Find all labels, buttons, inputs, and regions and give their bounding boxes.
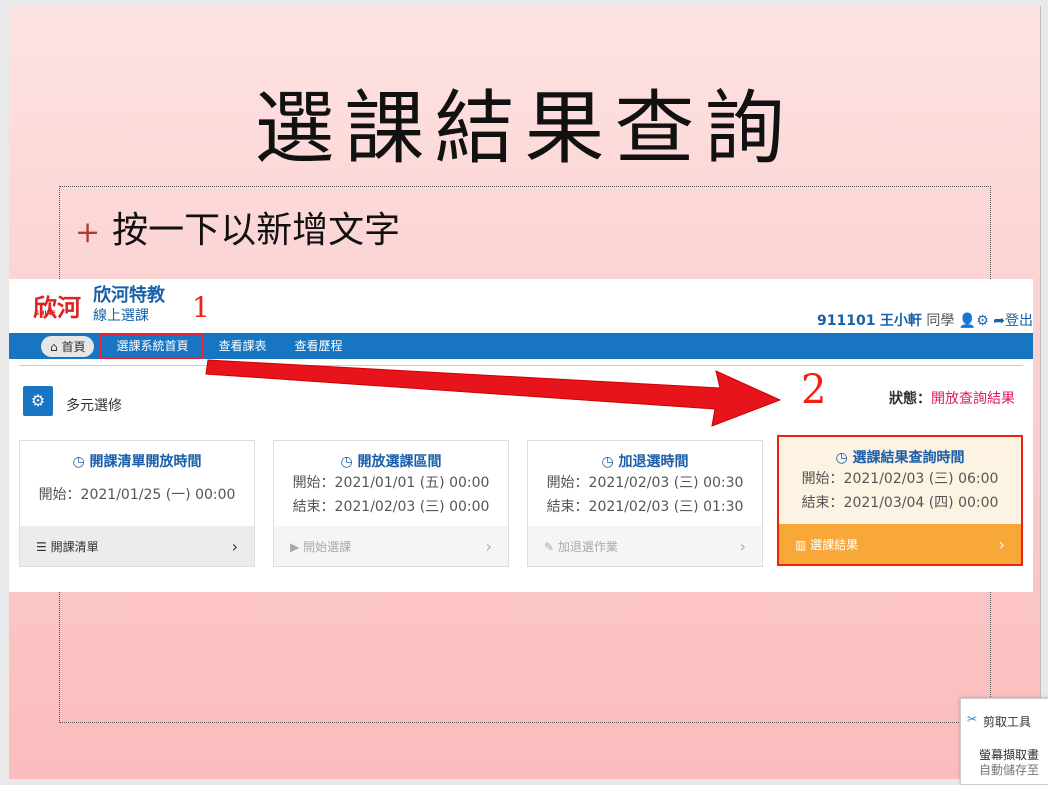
bar-chart-icon: ▥ [795, 537, 807, 552]
card-start: 開始：2021/02/03 (三) 00:30 [546, 475, 744, 491]
elective-icon: ⚙ [23, 386, 53, 416]
snipping-tool-popup[interactable]: ✂ 剪取工具 螢幕擷取畫 自動儲存至 [960, 698, 1048, 785]
chevron-right-icon: › [231, 536, 238, 556]
logout-link[interactable]: 登出 [1005, 313, 1033, 329]
status: 狀態：開放查詢結果 [889, 388, 1015, 408]
user-settings-icon[interactable]: 👤⚙ [959, 313, 989, 329]
scissors-icon: ✂ [967, 712, 978, 726]
card-enrollment-period: ◷ 開放選課區間 開始：2021/01/01 (五) 00:00 結束：2021… [273, 440, 509, 567]
logout-icon[interactable]: ➦ [993, 313, 1005, 329]
logo-sub: SHINE [35, 310, 56, 317]
card-start: 開始：2021/02/03 (三) 06:00 [801, 471, 999, 487]
brand-name: 欣河特教 [93, 285, 165, 306]
clock-icon: ◷ [340, 454, 353, 470]
course-list-label: 開課清單 [50, 539, 99, 554]
card-end: 結束：2021/02/03 (三) 00:00 [292, 499, 490, 515]
brand-sub: 線上選課 [93, 308, 149, 324]
card-title-text: 加退選時間 [618, 454, 689, 470]
card-start: 開始：2021/01/01 (五) 00:00 [292, 475, 490, 491]
placeholder-label[interactable]: + 按一下以新增文字 [75, 201, 400, 253]
enrollment-result-label: 選課結果 [810, 537, 859, 552]
card-title: ◷ 開課清單開放時間 [20, 451, 254, 471]
user-id: 911101 [817, 313, 876, 329]
app-screenshot: 欣河 SHINE 欣河特教 線上選課 1 911101 王小軒 同學 👤⚙ ➦登… [9, 279, 1033, 592]
logo-text: 欣河 [33, 293, 81, 322]
card-title-text: 選課結果查詢時間 [852, 450, 965, 466]
clock-icon: ◷ [835, 450, 848, 466]
card-start: 開始：2021/01/25 (一) 00:00 [38, 487, 236, 503]
nav-home[interactable]: ⌂ 首頁 [41, 335, 95, 357]
clock-icon: ◷ [72, 454, 85, 470]
nav-view-schedule[interactable]: 查看課表 [204, 333, 280, 359]
card-title: ◷ 加退選時間 [528, 451, 762, 471]
card-end: 結束：2021/03/04 (四) 00:00 [801, 495, 999, 511]
card-title: ◷ 開放選課區間 [274, 451, 508, 471]
card-course-list-time: ◷ 開課清單開放時間 開始：2021/01/25 (一) 00:00 ☰ 開課清… [19, 440, 255, 567]
play-icon: ▶ [290, 539, 300, 554]
status-value: 開放查詢結果 [931, 391, 1015, 407]
add-drop-label: 加退選作業 [557, 539, 618, 554]
add-drop-button[interactable]: ✎ 加退選作業 › [528, 526, 762, 566]
slide-title: 選課結果查詢 [254, 82, 795, 175]
edit-icon: ✎ [544, 539, 555, 554]
user-name: 王小軒 [879, 313, 922, 329]
user-bar: 911101 王小軒 同學 👤⚙ ➦登出 [817, 310, 1033, 330]
card-add-drop-time: ◷ 加退選時間 開始：2021/02/03 (三) 00:30 結束：2021/… [527, 440, 763, 567]
placeholder-text: 按一下以新增文字 [112, 210, 401, 251]
logo: 欣河 SHINE [33, 288, 89, 322]
enrollment-result-button[interactable]: ▥ 選課結果 › [779, 524, 1021, 564]
nav-course-system-home[interactable]: 選課系統首頁 [100, 333, 205, 359]
panel-divider [19, 365, 1023, 366]
card-title-text: 開放選課區間 [357, 454, 442, 470]
brand[interactable]: 欣河 SHINE 欣河特教 線上選課 [33, 285, 165, 325]
start-enrollment-label: 開始選課 [303, 539, 352, 554]
card-result-query-time: ◷ 選課結果查詢時間 開始：2021/02/03 (三) 06:00 結束：20… [777, 435, 1023, 566]
chevron-right-icon: › [485, 536, 492, 556]
clock-icon: ◷ [601, 454, 614, 470]
nav-home-label: 首頁 [61, 339, 86, 354]
chevron-right-icon: › [739, 536, 746, 556]
snip-line2: 自動儲存至 [979, 763, 1040, 777]
annotation-2: 2 [801, 367, 827, 413]
snip-header: 剪取工具 [983, 715, 1032, 729]
status-label: 狀態： [889, 391, 931, 407]
course-list-button[interactable]: ☰ 開課清單 › [20, 526, 254, 566]
annotation-1: 1 [192, 291, 210, 324]
card-title: ◷ 選課結果查詢時間 [779, 447, 1021, 467]
navbar: ⌂ 首頁 選課系統首頁 查看課表 查看歷程 [9, 333, 1033, 359]
card-title-text: 開課清單開放時間 [89, 454, 202, 470]
list-icon: ☰ [36, 539, 47, 554]
start-enrollment-button[interactable]: ▶ 開始選課 › [274, 526, 508, 566]
chevron-right-icon: › [998, 534, 1005, 554]
user-role: 同學 [926, 313, 955, 329]
home-icon: ⌂ [50, 339, 58, 354]
nav-view-history[interactable]: 查看歷程 [281, 333, 357, 359]
card-end: 結束：2021/02/03 (三) 01:30 [546, 499, 744, 515]
snip-line1: 螢幕擷取畫 [979, 748, 1040, 762]
plus-icon: + [75, 215, 101, 250]
section-title: 多元選修 [66, 398, 122, 414]
